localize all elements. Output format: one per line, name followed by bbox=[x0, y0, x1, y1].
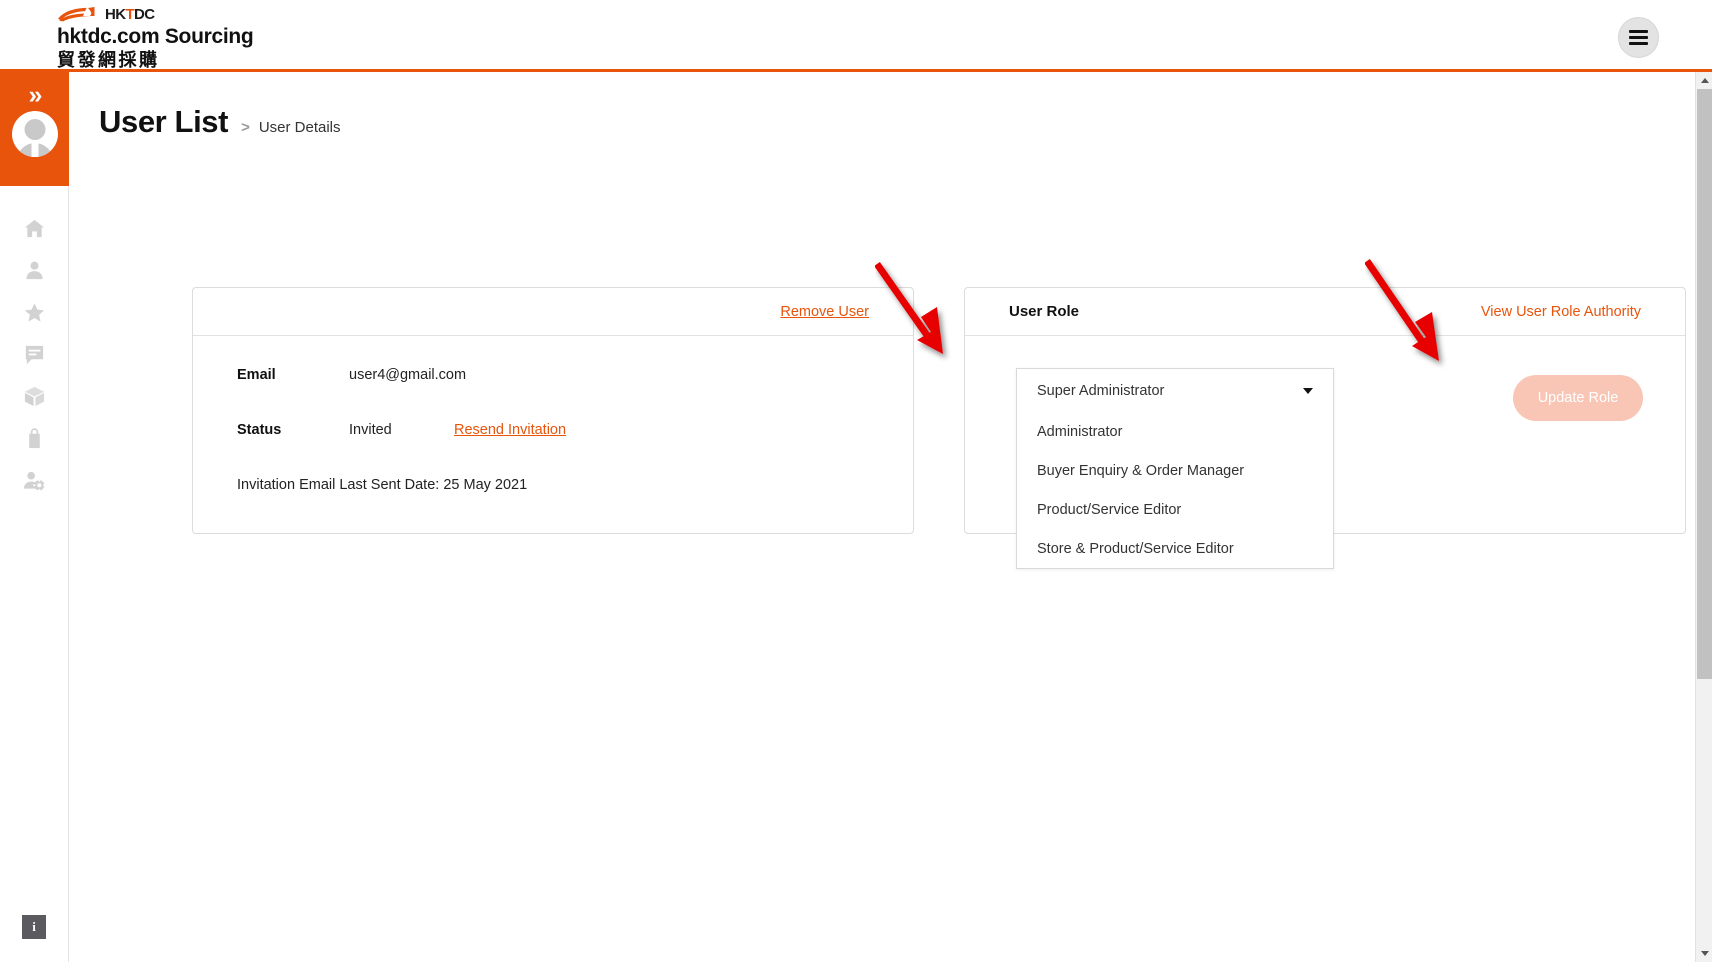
breadcrumb-separator-icon: > bbox=[241, 119, 250, 136]
scroll-down-arrow-icon[interactable] bbox=[1696, 945, 1712, 962]
user-detail-card: Remove User Email user4@gmail.com Status… bbox=[192, 287, 914, 534]
view-user-role-authority-link[interactable]: View User Role Authority bbox=[1481, 304, 1641, 320]
remove-user-link[interactable]: Remove User bbox=[780, 304, 869, 320]
sidebar-item-home[interactable] bbox=[0, 210, 69, 252]
dropdown-option[interactable]: Administrator bbox=[1017, 412, 1333, 451]
shopping-bag-icon bbox=[23, 427, 46, 455]
sidebar-item-profile[interactable] bbox=[0, 252, 69, 294]
scroll-up-arrow-icon[interactable] bbox=[1696, 72, 1712, 89]
sidebar-item-messages[interactable] bbox=[0, 336, 69, 378]
logo-text-hk: HK bbox=[105, 6, 126, 23]
page-title: User List bbox=[99, 104, 229, 139]
sidebar-item-user-management[interactable] bbox=[0, 462, 69, 504]
vertical-scrollbar[interactable] bbox=[1695, 72, 1712, 962]
invitation-last-sent-note: Invitation Email Last Sent Date: 25 May … bbox=[237, 477, 528, 493]
logo-wordmark: HKTDC bbox=[105, 7, 155, 22]
user-role-selected-value: Super Administrator bbox=[1037, 382, 1165, 399]
user-role-card-body: Super Administrator Administrator Buyer … bbox=[965, 336, 1685, 569]
sidebar-profile-block: » bbox=[0, 72, 69, 186]
home-icon bbox=[23, 217, 46, 245]
brand-name-chinese: 貿發網採購 bbox=[57, 50, 160, 70]
email-label: Email bbox=[237, 367, 276, 383]
dropdown-option[interactable]: Product/Service Editor bbox=[1017, 490, 1333, 529]
logo-text-t: T bbox=[125, 6, 135, 23]
breadcrumb: User List > User Details bbox=[99, 104, 341, 140]
brand-name-english: hktdc.com Sourcing bbox=[57, 25, 254, 48]
caret-down-icon bbox=[1303, 387, 1313, 394]
avatar-tie bbox=[31, 143, 38, 157]
update-role-button[interactable]: Update Role bbox=[1513, 375, 1643, 421]
user-role-card: User Role View User Role Authority Super… bbox=[964, 287, 1686, 569]
email-row: Email user4@gmail.com bbox=[237, 367, 467, 383]
star-icon bbox=[23, 301, 46, 329]
user-role-title: User Role bbox=[1009, 303, 1080, 320]
user-settings-icon bbox=[23, 469, 46, 497]
sidebar-item-favourites[interactable] bbox=[0, 294, 69, 336]
hamburger-menu-icon bbox=[1629, 27, 1648, 48]
status-label: Status bbox=[237, 422, 282, 438]
brand-logo[interactable]: HKTDC hktdc.com Sourcing 貿發網採購 bbox=[57, 5, 254, 71]
status-row: Status Invited Resend Invitation bbox=[237, 422, 566, 438]
user-avatar-placeholder-icon[interactable] bbox=[11, 111, 58, 157]
app-header: HKTDC hktdc.com Sourcing 貿發網採購 bbox=[0, 0, 1712, 72]
user-role-dropdown-options: Administrator Buyer Enquiry & Order Mana… bbox=[1017, 412, 1333, 568]
hktdc-logo-swoosh-icon bbox=[57, 7, 101, 22]
user-role-dropdown-trigger[interactable]: Super Administrator bbox=[1017, 369, 1333, 412]
double-chevron-right-icon[interactable]: » bbox=[29, 83, 43, 108]
package-box-icon bbox=[23, 385, 46, 413]
resend-invitation-link[interactable]: Resend Invitation bbox=[454, 422, 566, 438]
user-role-card-header: User Role View User Role Authority bbox=[965, 288, 1685, 336]
main-content: User List > User Details Remove User Ema… bbox=[70, 75, 1695, 962]
user-detail-card-header: Remove User bbox=[193, 288, 913, 336]
dropdown-option[interactable]: Buyer Enquiry & Order Manager bbox=[1017, 451, 1333, 490]
breadcrumb-current: User Details bbox=[258, 119, 341, 136]
user-detail-card-body: Email user4@gmail.com Status Invited Res… bbox=[193, 336, 913, 533]
left-sidebar: » i bbox=[0, 72, 69, 962]
sidebar-item-products[interactable] bbox=[0, 378, 69, 420]
avatar-head bbox=[24, 119, 45, 140]
person-icon bbox=[23, 259, 46, 287]
logo-row: HKTDC bbox=[57, 5, 253, 22]
logo-text-dc: DC bbox=[134, 6, 155, 23]
chat-bubble-icon bbox=[23, 343, 46, 371]
hamburger-menu-button[interactable] bbox=[1618, 17, 1659, 58]
sidebar-item-store[interactable] bbox=[0, 420, 69, 462]
dropdown-option[interactable]: Store & Product/Service Editor bbox=[1017, 529, 1333, 568]
sidebar-nav bbox=[0, 186, 68, 504]
user-role-dropdown[interactable]: Super Administrator Administrator Buyer … bbox=[1016, 368, 1334, 569]
scroll-thumb[interactable] bbox=[1697, 89, 1712, 679]
information-icon[interactable]: i bbox=[22, 915, 46, 939]
status-value: Invited bbox=[349, 422, 392, 438]
